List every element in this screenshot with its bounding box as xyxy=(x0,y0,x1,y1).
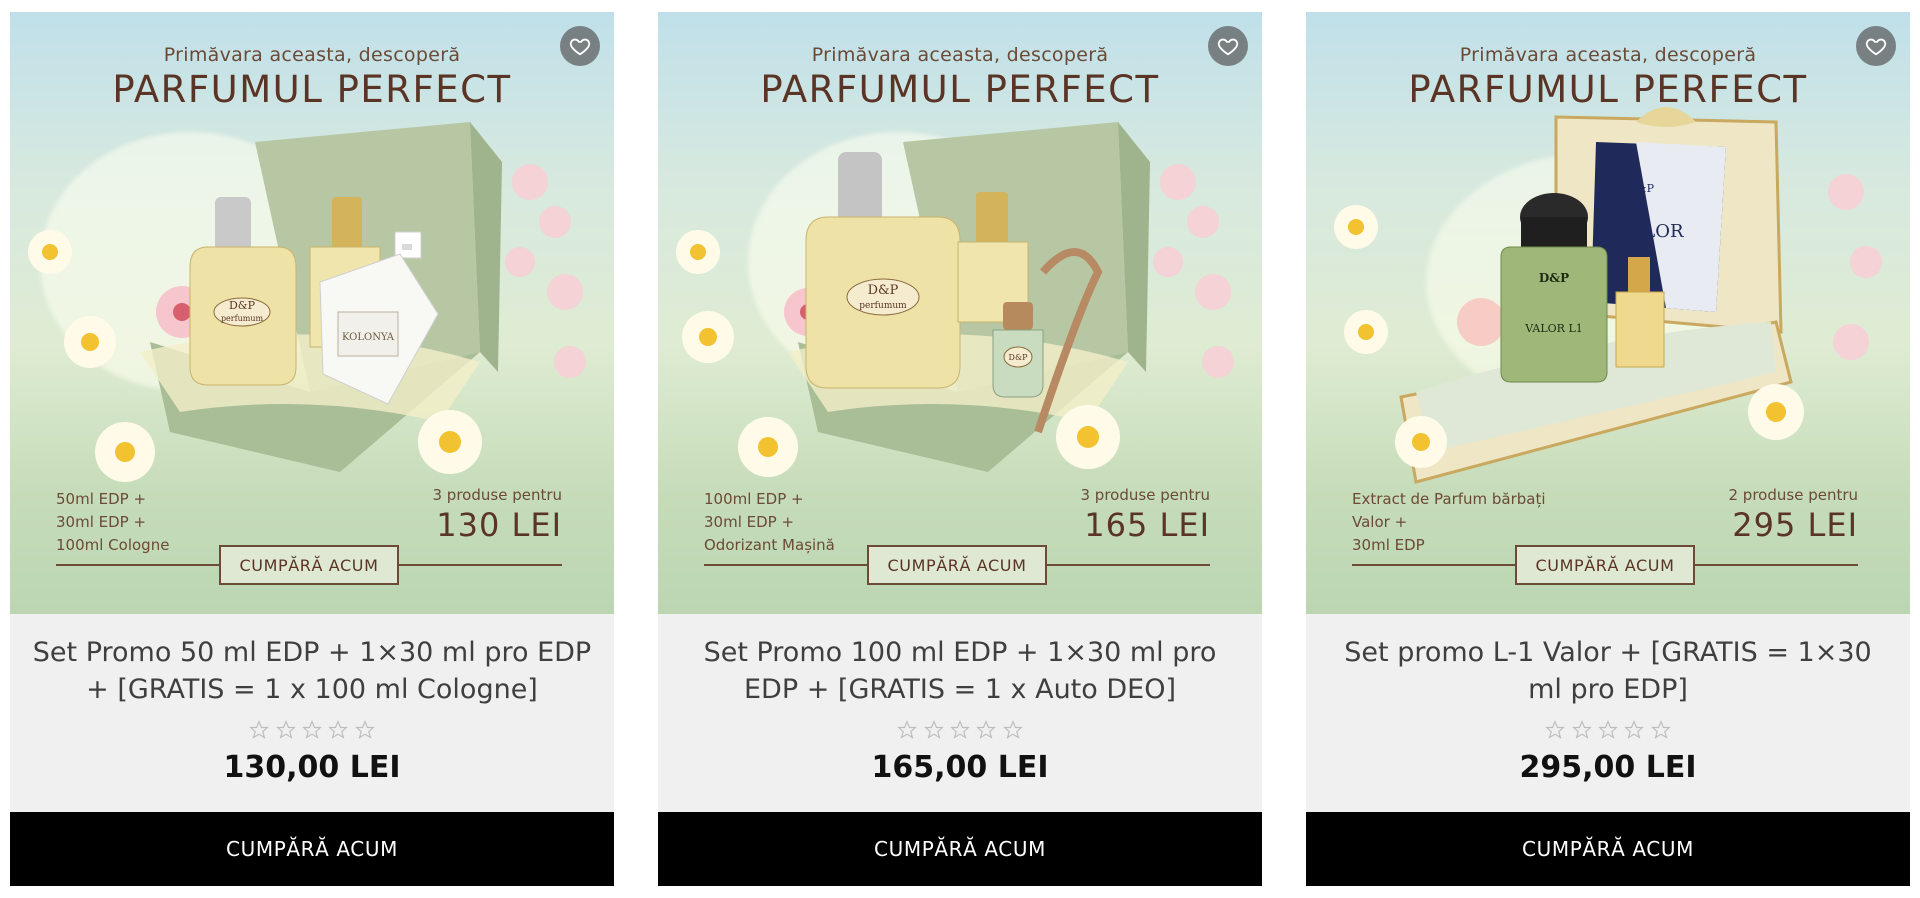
deal-price: 165 LEI xyxy=(1084,506,1210,544)
product-price: 165,00 LEI xyxy=(871,750,1049,785)
star-icon xyxy=(275,720,296,740)
heart-icon xyxy=(1217,38,1239,56)
product-image[interactable]: Primăvara aceasta, descoperă PARFUMUL PE… xyxy=(658,12,1262,614)
bottle-label: KOLONYA xyxy=(342,332,395,343)
buy-now-button[interactable]: CUMPĂRĂ ACUM xyxy=(658,812,1262,886)
promo-line: 30ml EDP + xyxy=(704,513,795,531)
star-icon xyxy=(923,720,944,740)
promo-line: 30ml EDP + xyxy=(56,513,147,531)
star-icon xyxy=(1624,720,1645,740)
heart-icon xyxy=(1865,38,1887,56)
promo-line: 100ml EDP + xyxy=(704,490,804,508)
favorite-button[interactable] xyxy=(560,26,600,66)
bottle-label: D&P xyxy=(1009,353,1029,362)
svg-text:perfumum: perfumum xyxy=(859,301,907,311)
product-image[interactable]: Primăvara aceasta, descoperă PARFUMUL PE… xyxy=(10,12,614,614)
bottle-label: VALOR xyxy=(1617,221,1683,242)
favorite-button[interactable] xyxy=(1856,26,1896,66)
deal-price: 295 LEI xyxy=(1732,506,1858,544)
bottle-label: VALOR L1 xyxy=(1524,322,1583,335)
deal-price: 130 LEI xyxy=(436,506,562,544)
rating-stars xyxy=(1306,720,1910,745)
star-icon xyxy=(1545,720,1565,740)
star-icon xyxy=(328,720,349,740)
buy-now-button[interactable]: CUMPĂRĂ ACUM xyxy=(10,812,614,886)
deal-label: 3 produse pentru xyxy=(1080,486,1211,504)
bottle-label: D&P xyxy=(1539,271,1569,285)
star-icon xyxy=(1651,720,1671,740)
product-grid: Primăvara aceasta, descoperă PARFUMUL PE… xyxy=(10,12,1910,886)
deal-label: 2 produse pentru xyxy=(1728,486,1859,504)
product-price: 295,00 LEI xyxy=(1519,750,1697,785)
bottle-label: D&P xyxy=(868,283,899,298)
promo-deal: 2 produse pentru 295 LEI xyxy=(1729,486,1859,544)
bottle-label: D&P xyxy=(1628,182,1655,195)
svg-text:perfumum: perfumum xyxy=(221,314,264,323)
star-icon xyxy=(355,720,375,740)
star-icon xyxy=(1598,720,1618,740)
heart-icon xyxy=(569,38,591,56)
product-card: Primăvara aceasta, descoperă PARFUMUL PE… xyxy=(658,12,1262,886)
favorite-button[interactable] xyxy=(1208,26,1248,66)
star-icon xyxy=(976,720,997,740)
rating-stars xyxy=(10,720,614,745)
bottle-label: D&P xyxy=(229,299,256,312)
star-icon xyxy=(249,720,269,740)
promo-line: Extract de Parfum bărbați xyxy=(1352,490,1546,508)
deal-label: 3 produse pentru xyxy=(432,486,563,504)
buy-now-button[interactable]: CUMPĂRĂ ACUM xyxy=(1306,812,1910,886)
product-image[interactable]: Primăvara aceasta, descoperă PARFUMUL PE… xyxy=(1306,12,1910,614)
star-icon xyxy=(897,720,917,740)
star-icon xyxy=(950,720,970,740)
star-icon xyxy=(302,720,322,740)
promo-deal: 3 produse pentru 130 LEI xyxy=(433,486,563,544)
product-price: 130,00 LEI xyxy=(223,750,401,785)
product-card: Primăvara aceasta, descoperă PARFUMUL PE… xyxy=(1306,12,1910,886)
promo-cta-button[interactable]: CUMPĂRĂ ACUM xyxy=(219,545,399,585)
star-icon xyxy=(1571,720,1592,740)
star-icon xyxy=(1003,720,1023,740)
promo-cta-button[interactable]: CUMPĂRĂ ACUM xyxy=(1515,545,1695,585)
rating-stars xyxy=(658,720,1262,745)
product-title[interactable]: Set Promo 100 ml EDP + 1×30 ml pro EDP +… xyxy=(678,634,1242,708)
promo-line: 50ml EDP + xyxy=(56,490,147,508)
product-title[interactable]: Set promo L-1 Valor + [GRATIS = 1×30 ml … xyxy=(1326,634,1890,708)
product-title[interactable]: Set Promo 50 ml EDP + 1×30 ml pro EDP + … xyxy=(30,634,594,708)
product-card: Primăvara aceasta, descoperă PARFUMUL PE… xyxy=(10,12,614,886)
promo-cta-button[interactable]: CUMPĂRĂ ACUM xyxy=(867,545,1047,585)
promo-line: Valor + xyxy=(1352,513,1408,531)
promo-deal: 3 produse pentru 165 LEI xyxy=(1081,486,1211,544)
